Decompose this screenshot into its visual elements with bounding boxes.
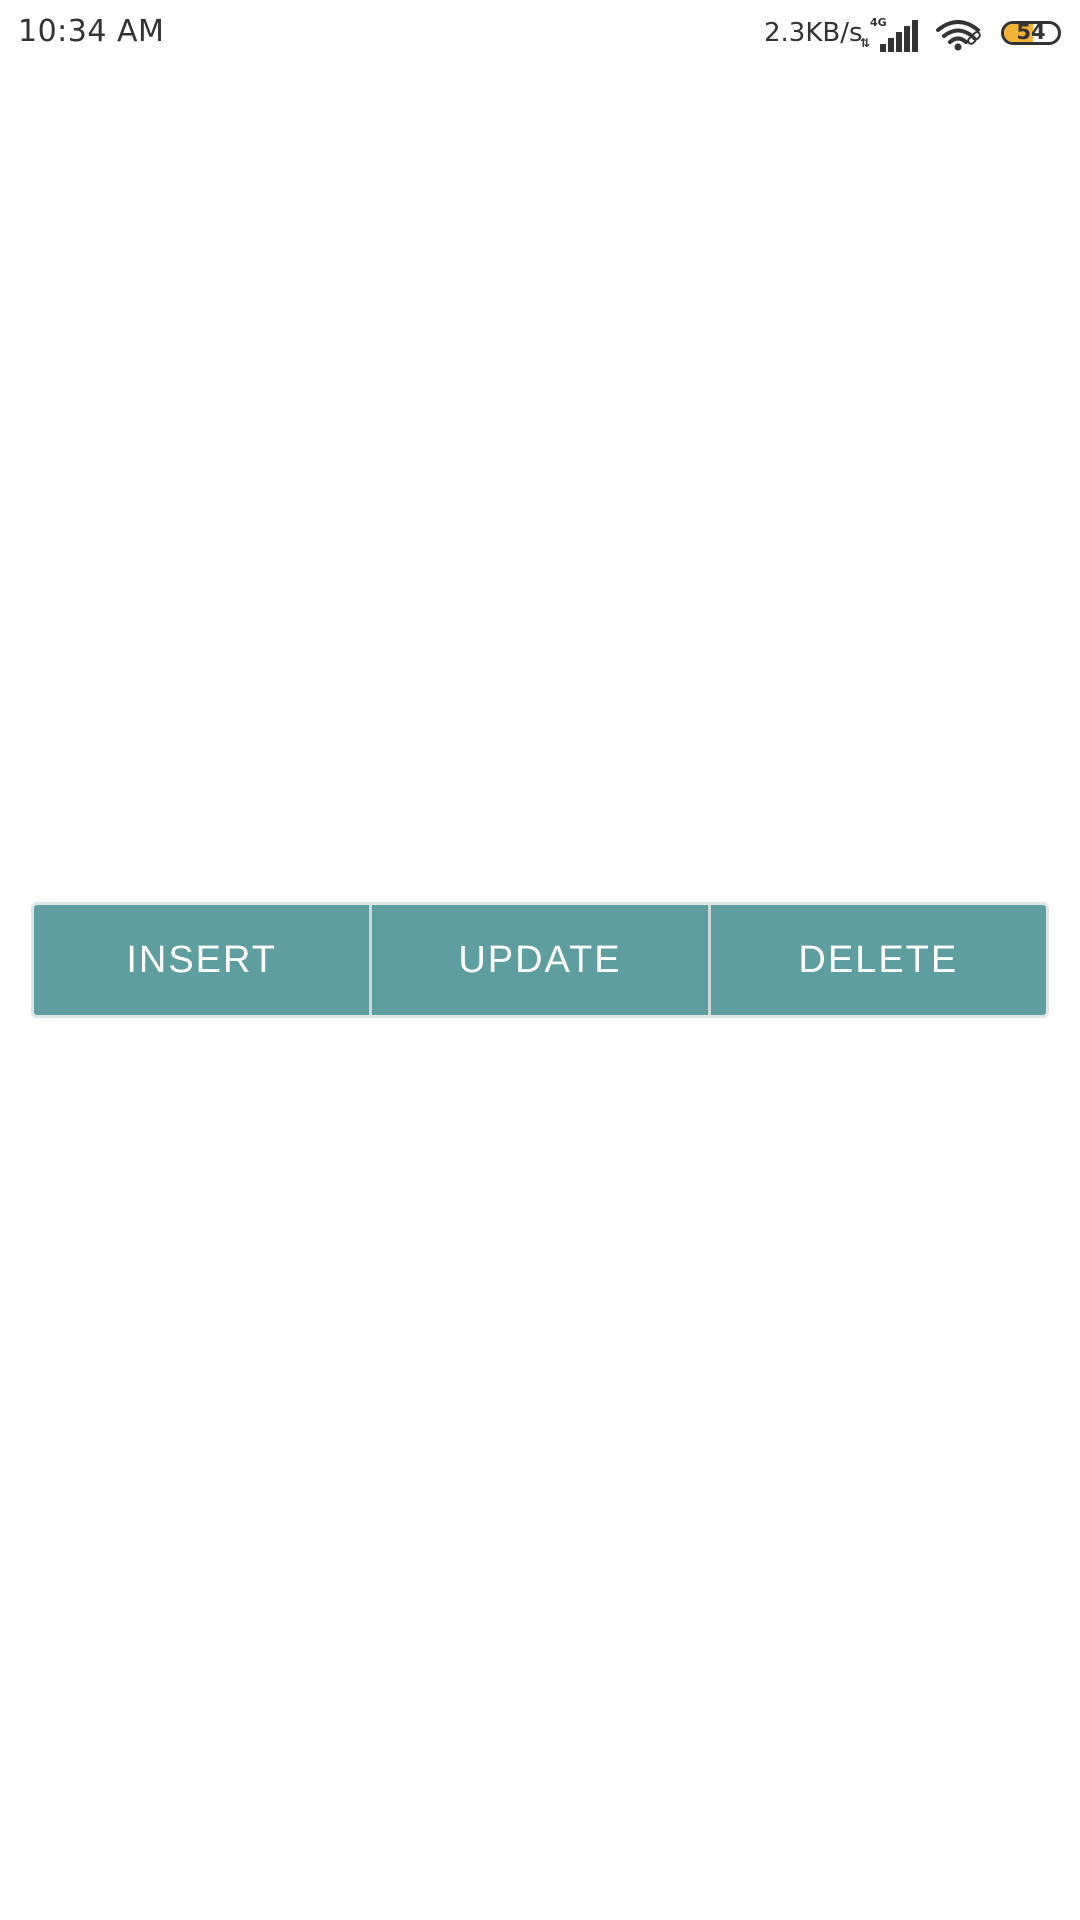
- signal-icon: 4G ⇅: [858, 14, 920, 54]
- insert-button[interactable]: INSERT: [34, 905, 370, 1015]
- signal-bars-icon: [880, 20, 918, 52]
- status-bar: 10:34 AM 2.3KB/s 4G ⇅ 54: [0, 0, 1080, 70]
- battery-level: 54: [1016, 21, 1046, 44]
- wifi-icon: [936, 20, 981, 51]
- action-button-group: INSERT UPDATE DELETE: [31, 902, 1049, 1018]
- battery-icon: 54: [1001, 21, 1061, 45]
- data-activity-icon: ⇅: [860, 36, 871, 50]
- network-speed: 2.3KB/s: [764, 18, 863, 48]
- update-button[interactable]: UPDATE: [369, 905, 708, 1015]
- delete-button[interactable]: DELETE: [707, 905, 1046, 1015]
- status-time: 10:34 AM: [18, 14, 165, 49]
